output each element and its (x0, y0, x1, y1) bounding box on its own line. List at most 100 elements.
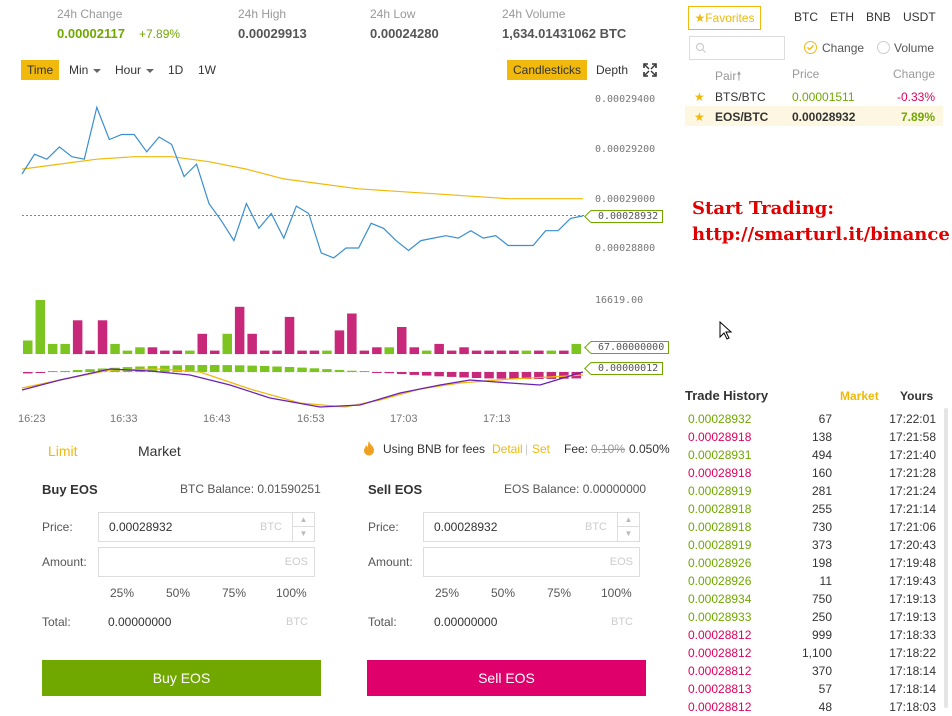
sell-pct-75[interactable]: 75% (547, 586, 571, 600)
volume-bar (47, 343, 58, 354)
sell-price-label: Price: (368, 520, 399, 534)
current-price-tag: 0.00028932 (591, 210, 664, 223)
buy-pct-75[interactable]: 75% (222, 586, 246, 600)
trade-row: 0.00028934 750 17:19:13 (688, 592, 936, 610)
sell-pct-50[interactable]: 50% (491, 586, 515, 600)
volume-bar (160, 350, 170, 354)
macd-bar (309, 368, 320, 372)
hour-dropdown[interactable]: Hour (109, 60, 160, 80)
trade-amount: 281 (811, 484, 832, 498)
sell-price-input[interactable]: 0.00028932 BTC ▲ ▼ (423, 512, 640, 542)
candlesticks-button[interactable]: Candlesticks (507, 60, 588, 80)
macd-bar (372, 372, 382, 373)
trade-row: 0.00028926 198 17:19:48 (688, 556, 936, 574)
sell-total-label: Total: (368, 615, 397, 629)
sell-price-unit: BTC (585, 521, 607, 533)
market-tab-bnb[interactable]: BNB (866, 10, 891, 24)
history-tab-yours[interactable]: Yours (900, 389, 933, 403)
buy-price-label: Price: (42, 520, 73, 534)
chevron-up-icon[interactable]: ▲ (618, 513, 639, 527)
price-header[interactable]: Price (792, 67, 819, 81)
chevron-down-icon[interactable]: ▼ (618, 527, 639, 541)
limit-tab[interactable]: Limit (48, 443, 78, 459)
volume-bar (60, 343, 70, 354)
change-header[interactable]: Change (893, 67, 935, 81)
trade-time: 17:18:33 (889, 628, 936, 642)
price-axis-label: 0.00029200 (595, 144, 656, 155)
1w-button[interactable]: 1W (192, 60, 222, 80)
sell-pct-100[interactable]: 100% (601, 586, 632, 600)
star-icon[interactable]: ★ (694, 90, 705, 104)
detail-link[interactable]: Detail (492, 442, 523, 456)
1d-button[interactable]: 1D (162, 60, 189, 80)
buy-price-stepper[interactable]: ▲ ▼ (292, 513, 314, 541)
buy-amount-input[interactable]: EOS (98, 547, 315, 577)
market-search-input[interactable] (689, 36, 785, 60)
favorites-button[interactable]: ★Favorites (688, 6, 761, 30)
macd-bar (359, 371, 370, 372)
market-tab[interactable]: Market (138, 443, 181, 459)
x-tick: 17:03 (390, 413, 418, 425)
star-icon[interactable]: ★ (694, 110, 705, 124)
trade-time: 17:19:13 (889, 592, 936, 606)
min-dropdown[interactable]: Min (63, 60, 107, 80)
market-row[interactable]: ★ BTS/BTC 0.00001511 -0.33% (685, 86, 943, 106)
pair-header[interactable]: Pair🠕 (715, 67, 742, 88)
volume-bar (172, 350, 183, 354)
trade-price: 0.00028919 (688, 538, 752, 552)
buy-pct-25[interactable]: 25% (110, 586, 134, 600)
change-label: 24h Change (57, 7, 123, 21)
sell-amount-unit: EOS (609, 556, 633, 568)
chevron-down-icon[interactable]: ▼ (293, 527, 314, 541)
trade-price: 0.00028931 (688, 448, 752, 462)
trade-amount: 730 (811, 520, 832, 534)
volume-bar (446, 350, 457, 354)
trade-price: 0.00028812 (688, 646, 752, 660)
promo-line2[interactable]: http://smarturl.it/binance (692, 224, 950, 245)
trade-row: 0.00028926 11 17:19:43 (688, 574, 936, 592)
volume-bar (434, 343, 444, 354)
trade-price: 0.00028812 (688, 628, 752, 642)
volume-tag: 67.00000000 (591, 341, 670, 354)
set-link[interactable]: Set (532, 442, 550, 456)
trade-amount: 494 (811, 448, 832, 462)
volume-bar (334, 330, 345, 354)
volume-bar (35, 300, 45, 354)
min-label: Min (69, 63, 89, 77)
macd-bar (222, 365, 232, 372)
buy-pct-50[interactable]: 50% (166, 586, 190, 600)
buy-button[interactable]: Buy EOS (42, 660, 321, 696)
fullscreen-icon[interactable] (643, 63, 657, 77)
buy-price-input[interactable]: 0.00028932 BTC ▲ ▼ (98, 512, 315, 542)
time-button[interactable]: Time (21, 60, 60, 80)
trade-price: 0.00028926 (688, 556, 752, 570)
x-tick: 16:33 (110, 413, 138, 425)
sell-button[interactable]: Sell EOS (367, 660, 646, 696)
sell-price-stepper[interactable]: ▲ ▼ (617, 513, 639, 541)
chevron-up-icon[interactable]: ▲ (293, 513, 314, 527)
volume-bar (409, 347, 419, 355)
trade-row: 0.00028918 138 17:21:58 (688, 430, 936, 448)
market-row-selected[interactable]: ★ EOS/BTC 0.00028932 7.89% (685, 106, 943, 126)
buy-pct-100[interactable]: 100% (276, 586, 307, 600)
volume-radio[interactable] (877, 41, 890, 54)
macd-bar (409, 372, 419, 375)
sell-amount-input[interactable]: EOS (423, 547, 640, 577)
price-chart[interactable] (0, 85, 680, 430)
trade-history-title: Trade History (685, 388, 769, 403)
history-tab-market[interactable]: Market (840, 389, 879, 403)
high-value: 0.00029913 (238, 26, 307, 41)
sell-pct-25[interactable]: 25% (435, 586, 459, 600)
market-tab-eth[interactable]: ETH (830, 10, 854, 24)
macd-bar (421, 372, 432, 376)
hour-label: Hour (115, 63, 142, 77)
trade-row: 0.00028918 730 17:21:06 (688, 520, 936, 538)
history-scrollbar[interactable] (944, 408, 948, 708)
low-value: 0.00024280 (370, 26, 439, 41)
trade-row: 0.00028919 281 17:21:24 (688, 484, 936, 502)
fee-label: Fee: (564, 442, 589, 456)
depth-button[interactable]: Depth (590, 60, 634, 80)
market-tab-btc[interactable]: BTC (794, 10, 818, 24)
change-radio[interactable] (804, 41, 817, 54)
market-tab-usdt[interactable]: USDT (903, 10, 936, 24)
